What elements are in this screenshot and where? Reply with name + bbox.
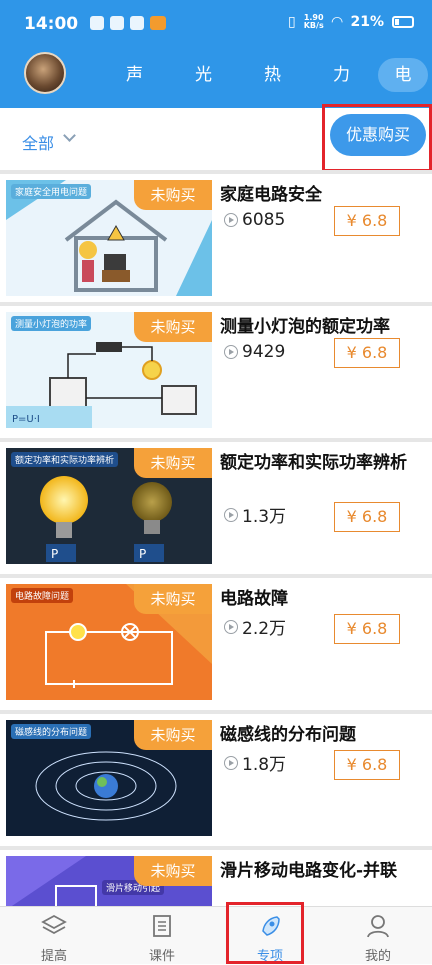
filter-dropdown[interactable]: 全部 bbox=[22, 130, 54, 154]
tab-force[interactable]: 力 bbox=[307, 58, 376, 92]
net-speed-unit: KB/s bbox=[303, 21, 324, 30]
not-purchased-badge: 未购买 bbox=[134, 584, 212, 614]
course-thumbnail[interactable]: 电路故障问题 未购买 bbox=[6, 584, 212, 700]
price-tag[interactable]: ¥ 6.8 bbox=[334, 338, 400, 368]
bottom-nav: 提高 课件 专项 我的 bbox=[0, 906, 432, 964]
notification-icon bbox=[90, 16, 104, 30]
course-thumbnail[interactable]: P P 额定功率和实际功率辨析 未购买 bbox=[6, 448, 212, 564]
wifi-icon: ◠ bbox=[331, 14, 343, 30]
battery-icon bbox=[392, 16, 414, 28]
notification-icons bbox=[90, 16, 166, 30]
taobao-icon bbox=[150, 16, 166, 30]
play-icon bbox=[224, 507, 238, 522]
course-thumbnail[interactable]: 滑片移动引起 未购买 bbox=[6, 856, 212, 910]
price-tag[interactable]: ¥ 6.8 bbox=[334, 614, 400, 644]
app-icon bbox=[130, 16, 144, 30]
price-tag[interactable]: ¥ 6.8 bbox=[334, 206, 400, 236]
leaf-icon bbox=[110, 16, 124, 30]
thumbnail-caption: 额定功率和实际功率辨析 bbox=[11, 452, 119, 467]
view-count-value: 2.2万 bbox=[242, 619, 287, 639]
topic-nav: 声 光 热 力 电 bbox=[0, 46, 432, 108]
user-icon bbox=[367, 915, 389, 938]
vibrate-icon: ▯ bbox=[288, 14, 296, 30]
topic-tabs: 声 光 热 力 电 bbox=[100, 58, 428, 92]
thumbnail-caption: 磁感线的分布问题 bbox=[11, 724, 92, 739]
view-count-value: 1.3万 bbox=[242, 507, 287, 527]
view-count: 2.2万 bbox=[224, 614, 286, 639]
thumbnail-caption: 电路故障问题 bbox=[11, 588, 74, 603]
course-title[interactable]: 额定功率和实际功率辨析 bbox=[220, 450, 424, 476]
nav-highlight-box bbox=[226, 902, 304, 964]
course-item[interactable]: 电路故障问题 未购买 电路故障 2.2万 ¥ 6.8 bbox=[0, 574, 432, 710]
course-thumbnail[interactable]: 磁感线的分布问题 未购买 bbox=[6, 720, 212, 836]
view-count-value: 6085 bbox=[242, 210, 286, 230]
view-count: 9429 bbox=[224, 342, 285, 362]
tab-light[interactable]: 光 bbox=[169, 58, 238, 92]
course-item[interactable]: P=U·I 测量小灯泡的功率 未购买 测量小灯泡的额定功率 9429 ¥ 6.8 bbox=[0, 302, 432, 438]
nav-label: 课件 bbox=[148, 949, 175, 964]
view-count: 1.3万 bbox=[224, 502, 286, 527]
document-icon bbox=[153, 915, 171, 937]
play-icon bbox=[224, 213, 238, 227]
view-count: 1.8万 bbox=[224, 750, 286, 775]
play-icon bbox=[224, 619, 238, 634]
course-title[interactable]: 磁感线的分布问题 bbox=[220, 722, 424, 748]
not-purchased-badge: 未购买 bbox=[134, 312, 212, 342]
nav-label: 我的 bbox=[364, 949, 391, 964]
net-speed: 1.90 KB/s bbox=[304, 14, 324, 30]
avatar[interactable] bbox=[24, 52, 66, 94]
price-tag[interactable]: ¥ 6.8 bbox=[334, 502, 400, 532]
course-item[interactable]: P P 额定功率和实际功率辨析 未购买 额定功率和实际功率辨析 1.3万 ¥ 6… bbox=[0, 438, 432, 574]
discount-purchase-button[interactable]: 优惠购买 bbox=[330, 114, 426, 156]
nav-label: 提高 bbox=[40, 949, 67, 964]
play-icon bbox=[224, 345, 238, 359]
view-count-value: 1.8万 bbox=[242, 755, 287, 775]
layers-icon bbox=[41, 914, 67, 935]
course-title[interactable]: 电路故障 bbox=[220, 586, 424, 612]
price-tag[interactable]: ¥ 6.8 bbox=[334, 750, 400, 780]
course-thumbnail[interactable]: P=U·I 测量小灯泡的功率 未购买 bbox=[6, 312, 212, 428]
not-purchased-badge: 未购买 bbox=[134, 856, 212, 886]
not-purchased-badge: 未购买 bbox=[134, 180, 212, 210]
tab-sound[interactable]: 声 bbox=[100, 58, 169, 92]
tab-heat[interactable]: 热 bbox=[238, 58, 307, 92]
nav-item-courseware[interactable]: 课件 bbox=[108, 907, 216, 965]
nav-item-improve[interactable]: 提高 bbox=[0, 907, 108, 965]
svg-text:P: P bbox=[139, 547, 146, 561]
thumbnail-caption: 家庭安全用电问题 bbox=[11, 184, 92, 199]
status-bar: 14:00 ▯ 1.90 KB/s ◠ 21% bbox=[0, 0, 432, 46]
not-purchased-badge: 未购买 bbox=[134, 720, 212, 750]
course-item[interactable]: 滑片移动引起 未购买 滑片移动电路变化-并联 bbox=[0, 846, 432, 910]
svg-text:P: P bbox=[51, 547, 58, 561]
not-purchased-badge: 未购买 bbox=[134, 448, 212, 478]
status-right: ▯ 1.90 KB/s ◠ 21% bbox=[288, 14, 414, 30]
battery-percent: 21% bbox=[350, 14, 384, 30]
chevron-down-icon[interactable] bbox=[63, 129, 76, 142]
course-title[interactable]: 滑片移动电路变化-并联 bbox=[220, 858, 424, 884]
svg-text:P=U·I: P=U·I bbox=[12, 414, 40, 425]
course-title[interactable]: 家庭电路安全 bbox=[220, 182, 424, 208]
play-icon bbox=[224, 755, 238, 770]
status-time: 14:00 bbox=[24, 14, 79, 34]
thumbnail-caption: 测量小灯泡的功率 bbox=[11, 316, 92, 331]
course-thumbnail[interactable]: 家庭安全用电问题 未购买 bbox=[6, 180, 212, 296]
view-count: 6085 bbox=[224, 210, 285, 230]
course-title[interactable]: 测量小灯泡的额定功率 bbox=[220, 314, 424, 340]
course-item[interactable]: 家庭安全用电问题 未购买 家庭电路安全 6085 ¥ 6.8 bbox=[0, 170, 432, 306]
nav-item-mine[interactable]: 我的 bbox=[324, 907, 432, 965]
view-count-value: 9429 bbox=[242, 342, 286, 362]
course-item[interactable]: 磁感线的分布问题 未购买 磁感线的分布问题 1.8万 ¥ 6.8 bbox=[0, 710, 432, 846]
tab-electricity[interactable]: 电 bbox=[378, 58, 428, 92]
